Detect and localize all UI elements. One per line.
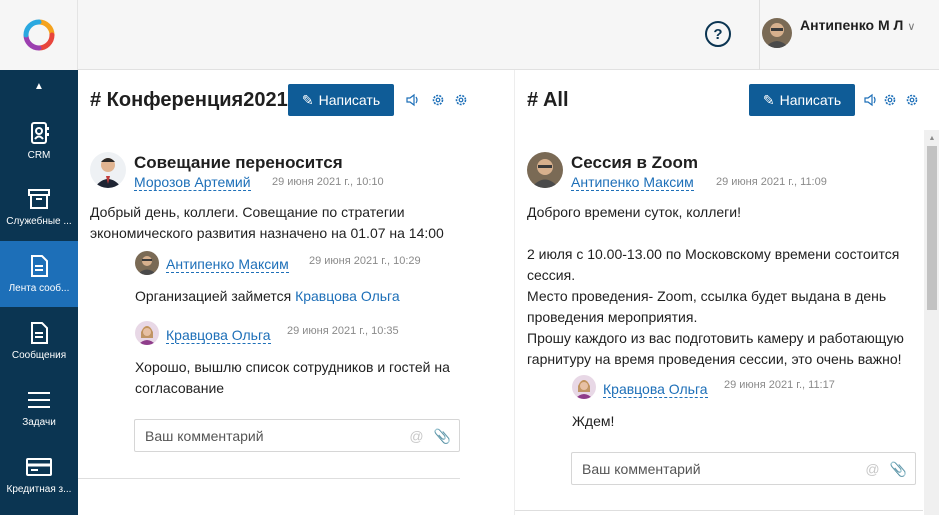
write-button[interactable]: ✎ Написать: [288, 84, 394, 116]
scrollbar-thumb[interactable]: [927, 146, 937, 310]
comment-author-link[interactable]: Кравцова Ольга: [166, 327, 271, 344]
header-divider: [759, 0, 760, 70]
sidebar-item-credit[interactable]: Кредитная з...: [0, 442, 78, 508]
paperclip-icon[interactable]: 📎: [890, 461, 907, 478]
user-menu[interactable]: Антипенко М Л ∨: [800, 17, 915, 33]
comment-text-prefix: Организацией займется: [135, 288, 296, 304]
post-text-line: Доброго времени суток, коллеги!: [527, 204, 741, 220]
post-time: 29 июня 2021 г., 10:10: [272, 176, 384, 188]
comment-text: Хорошо, вышлю список сотрудников и госте…: [135, 357, 495, 399]
avatar: [90, 152, 126, 188]
comment-input[interactable]: Ваш комментарий @ 📎: [134, 419, 460, 452]
scroll-up-arrow-icon[interactable]: ▲: [927, 133, 937, 143]
channel-title: # All: [527, 88, 569, 111]
comment-text-line: Хорошо, вышлю список сотрудников и госте…: [135, 359, 450, 375]
post-author-link[interactable]: Морозов Артемий: [134, 174, 251, 191]
avatar: [135, 251, 159, 275]
sidebar-item-label: Лента сооб...: [8, 283, 70, 294]
channel-title: # Конференция2021: [90, 88, 288, 111]
contact-card-icon: [26, 120, 52, 146]
gear-icon[interactable]: [882, 92, 898, 108]
user-avatar[interactable]: [762, 18, 792, 48]
column-divider: [514, 70, 515, 515]
user-name: Антипенко М Л: [800, 17, 904, 33]
sidebar-item-crm[interactable]: CRM: [0, 108, 78, 174]
post-text-line: экономического развития назначено на 01.…: [90, 225, 444, 241]
post-text-line: гарнитуру на время проведения сессии, эт…: [527, 351, 902, 367]
comment-text-line: согласование: [135, 380, 225, 396]
post-text-line: Добрый день, коллеги. Совещание по страт…: [90, 204, 405, 220]
mention-link[interactable]: Кравцова Ольга: [295, 288, 400, 304]
avatar: [572, 375, 596, 399]
archive-box-icon: [26, 186, 52, 212]
post-text-line: Прошу каждого из вас подготовить камеру …: [527, 330, 904, 346]
post-divider: [515, 510, 923, 511]
left-channel-header: # Конференция2021: [90, 84, 288, 116]
speaker-icon[interactable]: [862, 92, 878, 108]
sidebar-item-label: Кредитная з...: [6, 484, 72, 495]
sidebar-item-label: Задачи: [22, 417, 56, 428]
sidebar: ▲ CRM Служебные ... Лента сооб... Сообще…: [0, 0, 78, 515]
write-button[interactable]: ✎ Написать: [749, 84, 855, 116]
avatar: [527, 152, 563, 188]
gear-icon[interactable]: [430, 92, 446, 108]
paperclip-icon[interactable]: 📎: [434, 428, 451, 445]
post-time: 29 июня 2021 г., 11:09: [716, 176, 827, 188]
app-logo[interactable]: [0, 0, 78, 70]
post-author-link[interactable]: Антипенко Максим: [571, 174, 694, 191]
document-feed-icon: [26, 253, 52, 279]
document-icon: [26, 320, 52, 346]
sidebar-item-tasks[interactable]: Задачи: [0, 375, 78, 441]
menu-lines-icon: [26, 387, 52, 413]
top-header: ? Антипенко М Л ∨: [78, 0, 939, 70]
post-text-line: проведения мероприятия.: [527, 309, 698, 325]
comment-text: Организацией займется Кравцова Ольга: [135, 286, 495, 307]
comment-placeholder: Ваш комментарий: [582, 460, 701, 477]
write-button-label: Написать: [318, 92, 381, 108]
post-title: Сессия в Zoom: [571, 153, 698, 172]
comment-author-link[interactable]: Антипенко Максим: [166, 256, 289, 273]
comment-input[interactable]: Ваш комментарий @ 📎: [571, 452, 916, 485]
pencil-icon: ✎: [301, 91, 314, 108]
sidebar-item-label: CRM: [27, 150, 51, 161]
credit-card-icon: [26, 454, 52, 480]
post-text-line: Место проведения- Zoom, ссылка будет выд…: [527, 288, 887, 304]
post-body: Доброго времени суток, коллеги! 2 июля с…: [527, 202, 922, 370]
at-icon[interactable]: @: [409, 428, 423, 445]
sidebar-item-service[interactable]: Служебные ...: [0, 174, 78, 240]
sidebar-scroll-up-icon[interactable]: ▲: [0, 76, 78, 96]
post-divider: [78, 478, 460, 479]
settings-gear-icon[interactable]: [904, 92, 920, 108]
question-circle-icon: ?: [713, 25, 723, 43]
help-button[interactable]: ?: [705, 21, 731, 47]
comment-text: Ждем!: [572, 413, 615, 429]
comment-time: 29 июня 2021 г., 11:17: [724, 379, 835, 391]
comment-time: 29 июня 2021 г., 10:35: [287, 325, 399, 337]
post-text-spacer: [527, 223, 922, 244]
comment-time: 29 июня 2021 г., 10:29: [309, 255, 421, 267]
post-text-line: сессия.: [527, 267, 576, 283]
right-channel-header: # All: [527, 84, 569, 116]
settings-gear-icon[interactable]: [453, 92, 469, 108]
sidebar-item-messages[interactable]: Сообщения: [0, 308, 78, 374]
speaker-icon[interactable]: [404, 92, 420, 108]
pencil-icon: ✎: [762, 91, 775, 108]
sidebar-item-feed[interactable]: Лента сооб...: [0, 241, 78, 307]
comment-placeholder: Ваш комментарий: [145, 427, 264, 444]
chevron-down-icon: ∨: [907, 21, 916, 33]
at-icon[interactable]: @: [865, 461, 879, 478]
sidebar-item-label: Сообщения: [11, 350, 67, 361]
post-body: Добрый день, коллеги. Совещание по страт…: [90, 202, 510, 244]
post-title: Совещание переносится: [134, 153, 343, 172]
post-text-line: 2 июля с 10.00-13.00 по Московскому врем…: [527, 246, 900, 262]
app-logo-icon: [23, 19, 54, 51]
comment-author-link[interactable]: Кравцова Ольга: [603, 381, 708, 398]
sidebar-item-label: Служебные ...: [6, 216, 72, 227]
avatar: [135, 321, 159, 345]
write-button-label: Написать: [779, 92, 842, 108]
